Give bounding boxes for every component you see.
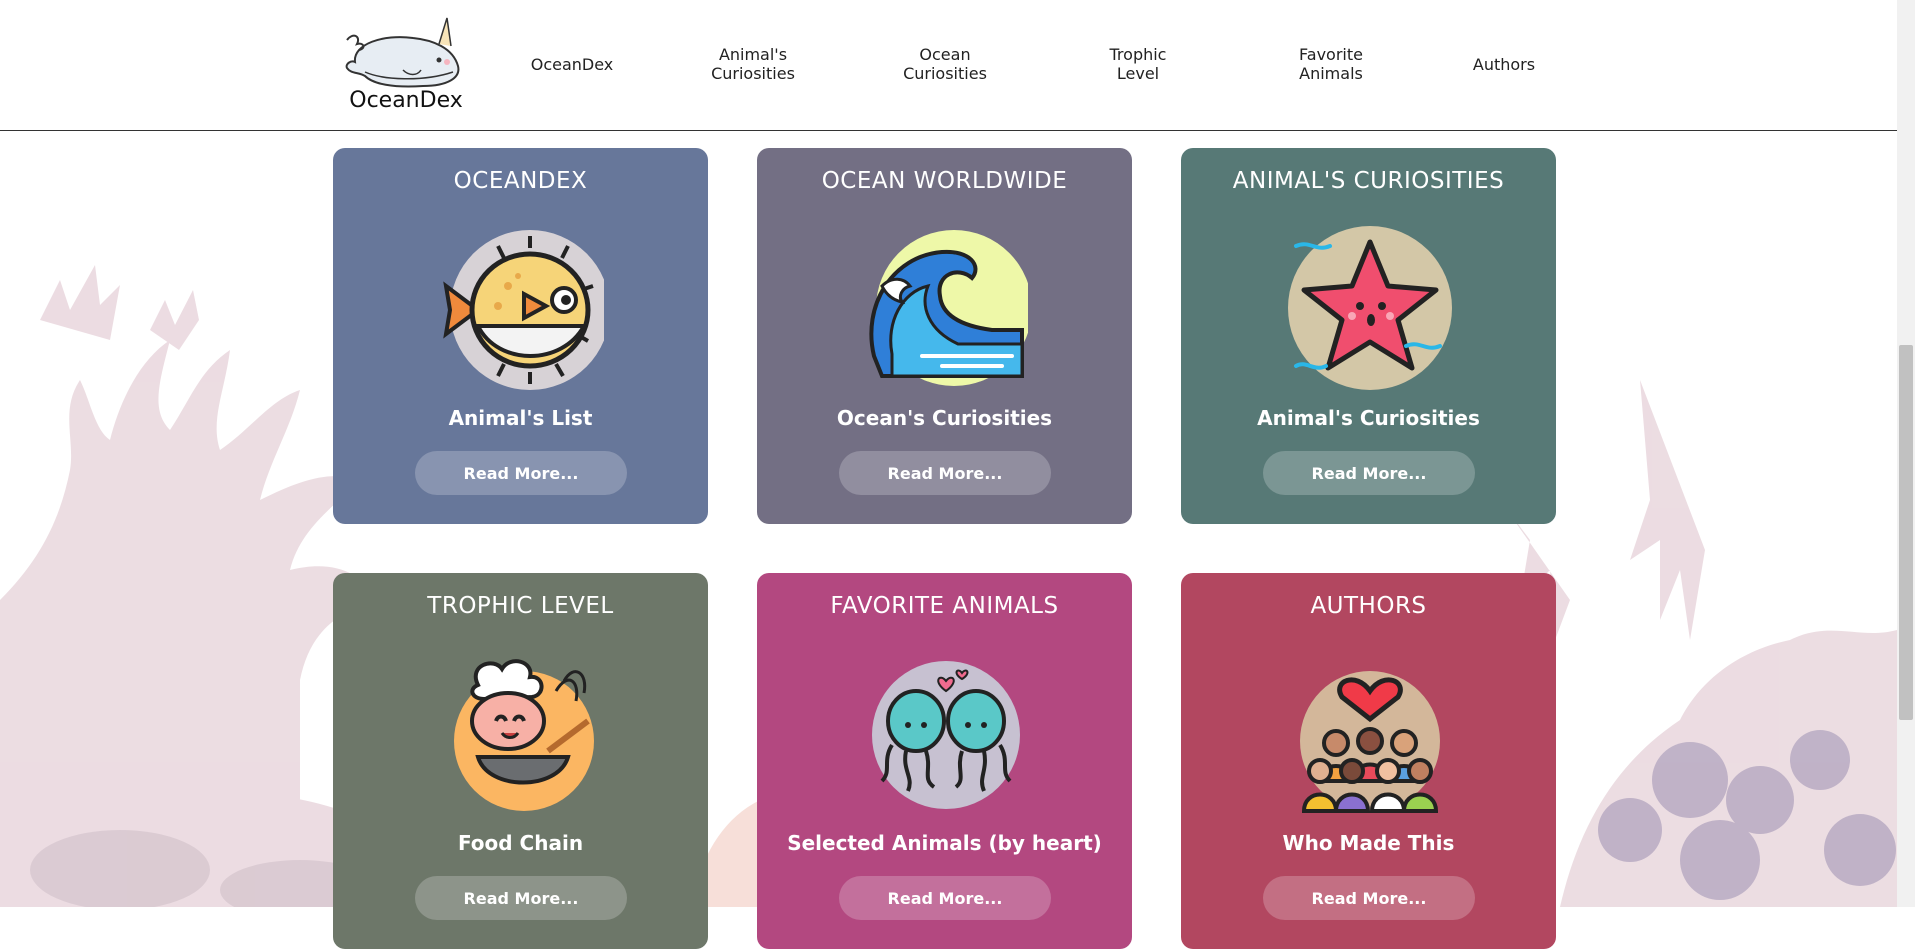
shrimp-chef-icon xyxy=(454,659,594,811)
page-scrollbar[interactable] xyxy=(1897,0,1915,907)
nav-authors[interactable]: Authors xyxy=(1454,44,1554,84)
nav-ocean-curiosities[interactable]: Ocean Curiosities xyxy=(895,44,995,84)
card-subtitle: Who Made This xyxy=(1282,831,1455,855)
narwhal-logo-icon xyxy=(345,17,460,88)
nav-animals-curiosities[interactable]: Animal's Curiosities xyxy=(703,44,803,84)
logo-text: OceanDex xyxy=(349,88,463,113)
card-title: AUTHORS xyxy=(1310,593,1427,619)
card-subtitle: Food Chain xyxy=(457,831,584,855)
nav-oceandex[interactable]: OceanDex xyxy=(522,44,622,84)
read-more-button[interactable]: Read More... xyxy=(1263,876,1475,920)
card-title: OCEAN WORLDWIDE xyxy=(821,168,1068,194)
octopus-couple-icon xyxy=(872,661,1020,809)
team-heart-icon xyxy=(1300,671,1440,813)
card-title: OCEANDEX xyxy=(453,168,588,194)
read-more-button[interactable]: Read More... xyxy=(415,876,627,920)
scrollbar-thumb[interactable] xyxy=(1899,345,1913,720)
starfish-icon xyxy=(1288,226,1452,390)
nav-trophic-level[interactable]: Trophic Level xyxy=(1088,44,1188,84)
card-animals-curiosities: ANIMAL'S CURIOSITIES Animal's Curiositie… xyxy=(1181,148,1556,524)
card-favorite-animals: FAVORITE ANIMALS Selected Animals (by he… xyxy=(757,573,1132,949)
card-subtitle: Selected Animals (by heart) xyxy=(787,831,1102,855)
card-title: FAVORITE ANIMALS xyxy=(830,593,1059,619)
card-oceandex: OCEANDEX Animal's List Read More... xyxy=(333,148,708,524)
logo[interactable]: OceanDex xyxy=(343,14,469,118)
card-subtitle: Ocean's Curiosities xyxy=(836,406,1053,430)
card-trophic-level: TROPHIC LEVEL Food Chain Read More... xyxy=(333,573,708,949)
read-more-button[interactable]: Read More... xyxy=(1263,451,1475,495)
nav-favorite-animals[interactable]: Favorite Animals xyxy=(1281,44,1381,84)
site-header: OceanDex OceanDex Animal's Curiosities O… xyxy=(0,0,1897,131)
card-title: TROPHIC LEVEL xyxy=(427,593,614,619)
card-ocean-worldwide: OCEAN WORLDWIDE Ocean's Curiosities Read… xyxy=(757,148,1132,524)
card-subtitle: Animal's Curiosities xyxy=(1257,406,1480,430)
read-more-button[interactable]: Read More... xyxy=(839,451,1051,495)
read-more-button[interactable]: Read More... xyxy=(415,451,627,495)
read-more-button[interactable]: Read More... xyxy=(839,876,1051,920)
card-authors: AUTHORS Who Made This Read More... xyxy=(1181,573,1556,949)
pufferfish-icon xyxy=(443,230,604,390)
card-subtitle: Animal's List xyxy=(448,406,593,430)
wave-icon xyxy=(869,230,1028,386)
card-title: ANIMAL'S CURIOSITIES xyxy=(1232,168,1505,194)
